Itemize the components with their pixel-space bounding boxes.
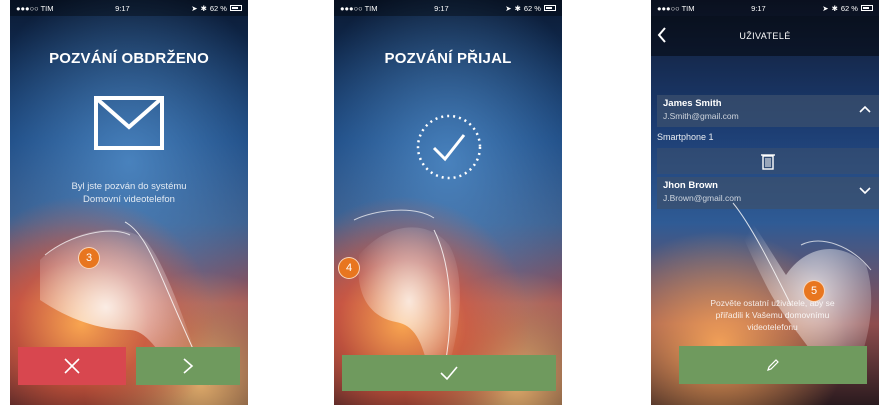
back-arrow-icon[interactable] <box>657 26 667 44</box>
user-name: James Smith <box>663 98 722 109</box>
accept-button[interactable] <box>136 347 240 385</box>
bluetooth-icon: ✱ <box>831 3 838 13</box>
battery-icon <box>229 5 242 11</box>
message-line: Domovní videotelefon <box>83 194 175 205</box>
pencil-icon <box>767 359 779 371</box>
user-name: Jhon Brown <box>663 180 718 191</box>
header-title: UŽIVATELÉ <box>739 31 791 41</box>
page-title: POZVÁNÍ PŘIJAL <box>384 50 512 67</box>
header-bar: UŽIVATELÉ <box>651 16 879 56</box>
user-row[interactable]: James Smith J.Smith@gmail.com <box>657 95 879 127</box>
step-badge: 3 <box>78 247 100 269</box>
screen-invitation-accepted: ●●●○○ TIM 9:17 ➤ ✱ 62 % POZVÁNÍ PŘIJAL 4 <box>334 0 562 405</box>
step-badge: 5 <box>803 280 825 302</box>
success-check-icon <box>416 114 482 180</box>
close-icon <box>64 358 80 374</box>
location-icon: ➤ <box>191 3 198 13</box>
battery-percent: 62 % <box>840 3 858 13</box>
device-label: Smartphone 1 <box>657 132 714 142</box>
screen-invitation-received: ●●●○○ TIM 9:17 ➤ ✱ 62 % POZVÁNÍ OBDRŽENO… <box>10 0 248 405</box>
clock: 9:17 <box>751 3 766 13</box>
battery-percent: 62 % <box>209 3 227 13</box>
chevron-down-icon[interactable] <box>859 187 871 195</box>
invite-message: Pozvěte ostatní uživatele, aby se přiřad… <box>676 297 869 333</box>
screen-users: ●●●○○ TIM 9:17 ➤ ✱ 62 % UŽIVATELÉ James … <box>651 0 879 405</box>
invite-button[interactable] <box>679 346 867 384</box>
location-icon: ➤ <box>505 3 512 13</box>
clock: 9:17 <box>115 3 130 13</box>
status-bar: ●●●○○ TIM 9:17 ➤ ✱ 62 % <box>10 0 248 16</box>
device-row <box>657 148 879 174</box>
bluetooth-icon: ✱ <box>514 3 521 13</box>
chevron-up-icon[interactable] <box>859 105 871 113</box>
user-row[interactable]: Jhon Brown J.Brown@gmail.com <box>657 177 879 209</box>
reject-button[interactable] <box>18 347 126 385</box>
checkmark-icon <box>440 366 458 381</box>
step-badge: 4 <box>338 257 360 279</box>
carrier-label: ●●●○○ TIM <box>16 3 54 13</box>
bluetooth-icon: ✱ <box>200 3 207 13</box>
user-email: J.Brown@gmail.com <box>663 193 742 203</box>
message-line: Byl jste pozván do systému <box>71 181 187 192</box>
user-email: J.Smith@gmail.com <box>663 111 739 121</box>
message-line: Pozvěte ostatní uživatele, aby se <box>710 298 835 308</box>
message-line: videotelefonu <box>747 322 798 332</box>
envelope-icon <box>94 96 164 150</box>
status-bar: ●●●○○ TIM 9:17 ➤ ✱ 62 % <box>334 0 562 16</box>
battery-percent: 62 % <box>523 3 541 13</box>
page-title: POZVÁNÍ OBDRŽENO <box>49 50 209 67</box>
chevron-right-icon <box>183 358 194 374</box>
clock: 9:17 <box>434 3 449 13</box>
trash-icon[interactable] <box>760 152 776 170</box>
carrier-label: ●●●○○ TIM <box>340 3 378 13</box>
location-icon: ➤ <box>822 3 829 13</box>
battery-icon <box>860 5 873 11</box>
confirm-button[interactable] <box>342 355 556 391</box>
status-bar: ●●●○○ TIM 9:17 ➤ ✱ 62 % <box>651 0 879 16</box>
message-line: přiřadili k Vašemu domovnímu <box>715 310 830 320</box>
invitation-message: Byl jste pozván do systému Domovní video… <box>10 180 248 206</box>
battery-icon <box>543 5 556 11</box>
carrier-label: ●●●○○ TIM <box>657 3 695 13</box>
